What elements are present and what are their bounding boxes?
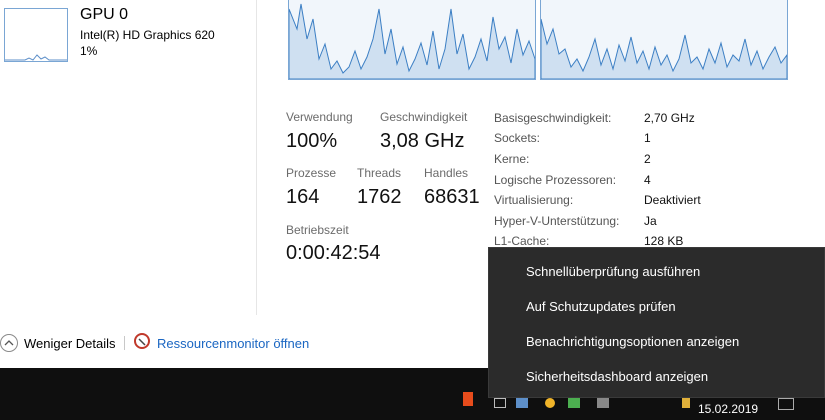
spec-key: Hyper-V-Unterstützung:	[494, 214, 620, 228]
handles-label: Handles	[424, 166, 469, 180]
context-menu: Schnellüberprüfung ausführen Auf Schutzu…	[488, 247, 825, 398]
chevron-up-glyph-icon	[4, 340, 14, 346]
cpu-graph-left	[288, 0, 536, 80]
speed-label: Geschwindigkeit	[380, 110, 468, 124]
footer-divider	[124, 336, 125, 350]
uptime-value: 0:00:42:54	[286, 242, 381, 264]
spec-value: Ja	[644, 214, 657, 228]
speed-value: 3,08 GHz	[380, 130, 465, 152]
volume-icon[interactable]	[597, 398, 609, 408]
resource-monitor-glyph-icon	[138, 338, 146, 346]
spec-key: Basisgeschwindigkeit:	[494, 111, 612, 125]
cpu-graph-left-chart	[289, 3, 535, 79]
uptime-label: Betriebszeit	[286, 223, 349, 237]
open-resource-monitor-link[interactable]: Ressourcenmonitor öffnen	[157, 336, 309, 351]
spec-key: Virtualisierung:	[494, 193, 574, 207]
processes-value: 164	[286, 186, 320, 208]
menu-item-security-dashboard[interactable]: Sicherheitsdashboard anzeigen	[489, 359, 825, 394]
threads-value: 1762	[357, 186, 402, 208]
spec-value: 1	[644, 131, 651, 145]
chevron-up-icon[interactable]	[0, 334, 18, 352]
usage-value: 100%	[286, 130, 338, 152]
resource-monitor-icon[interactable]	[134, 333, 150, 349]
menu-item-notification-options[interactable]: Benachrichtigungsoptionen anzeigen	[489, 324, 825, 359]
processes-label: Prozesse	[286, 166, 337, 180]
cpu-graph-right	[540, 0, 788, 80]
gpu-thumbnail-graph[interactable]	[4, 8, 68, 62]
fewer-details-button[interactable]: Weniger Details	[24, 336, 116, 351]
notification-icon[interactable]	[494, 398, 506, 408]
action-center-icon[interactable]	[778, 398, 794, 410]
taskbar-date[interactable]: 15.02.2019	[698, 402, 758, 416]
spec-value: 2,70 GHz	[644, 111, 695, 125]
gpu-usage: 1%	[80, 44, 98, 58]
menu-item-quick-scan[interactable]: Schnellüberprüfung ausführen	[489, 254, 825, 289]
menu-item-check-updates[interactable]: Auf Schutzupdates prüfen	[489, 289, 825, 324]
security-tray-icon[interactable]	[568, 398, 580, 408]
handles-value: 68631	[424, 186, 480, 208]
spec-key: Kerne:	[494, 152, 530, 166]
spec-value: 2	[644, 152, 651, 166]
usage-label: Verwendung	[286, 110, 353, 124]
app-tray-icon[interactable]	[545, 398, 555, 408]
spec-key: Sockets:	[494, 131, 541, 145]
spec-value: 4	[644, 173, 651, 187]
spec-key: Logische Prozessoren:	[494, 173, 617, 187]
threads-label: Threads	[357, 166, 402, 180]
spec-value: 128 KB	[644, 234, 684, 248]
office-icon[interactable]	[463, 392, 473, 406]
cpu-graph-right-chart	[541, 18, 787, 79]
warning-icon[interactable]	[682, 398, 690, 408]
gpu-subtitle: Intel(R) HD Graphics 620	[80, 28, 215, 42]
spec-value: Deaktiviert	[644, 193, 701, 207]
gpu-mini-chart-icon	[5, 54, 67, 61]
network-icon[interactable]	[516, 398, 528, 408]
gpu-title[interactable]: GPU 0	[80, 6, 128, 24]
spec-key: L1-Cache:	[494, 234, 550, 248]
